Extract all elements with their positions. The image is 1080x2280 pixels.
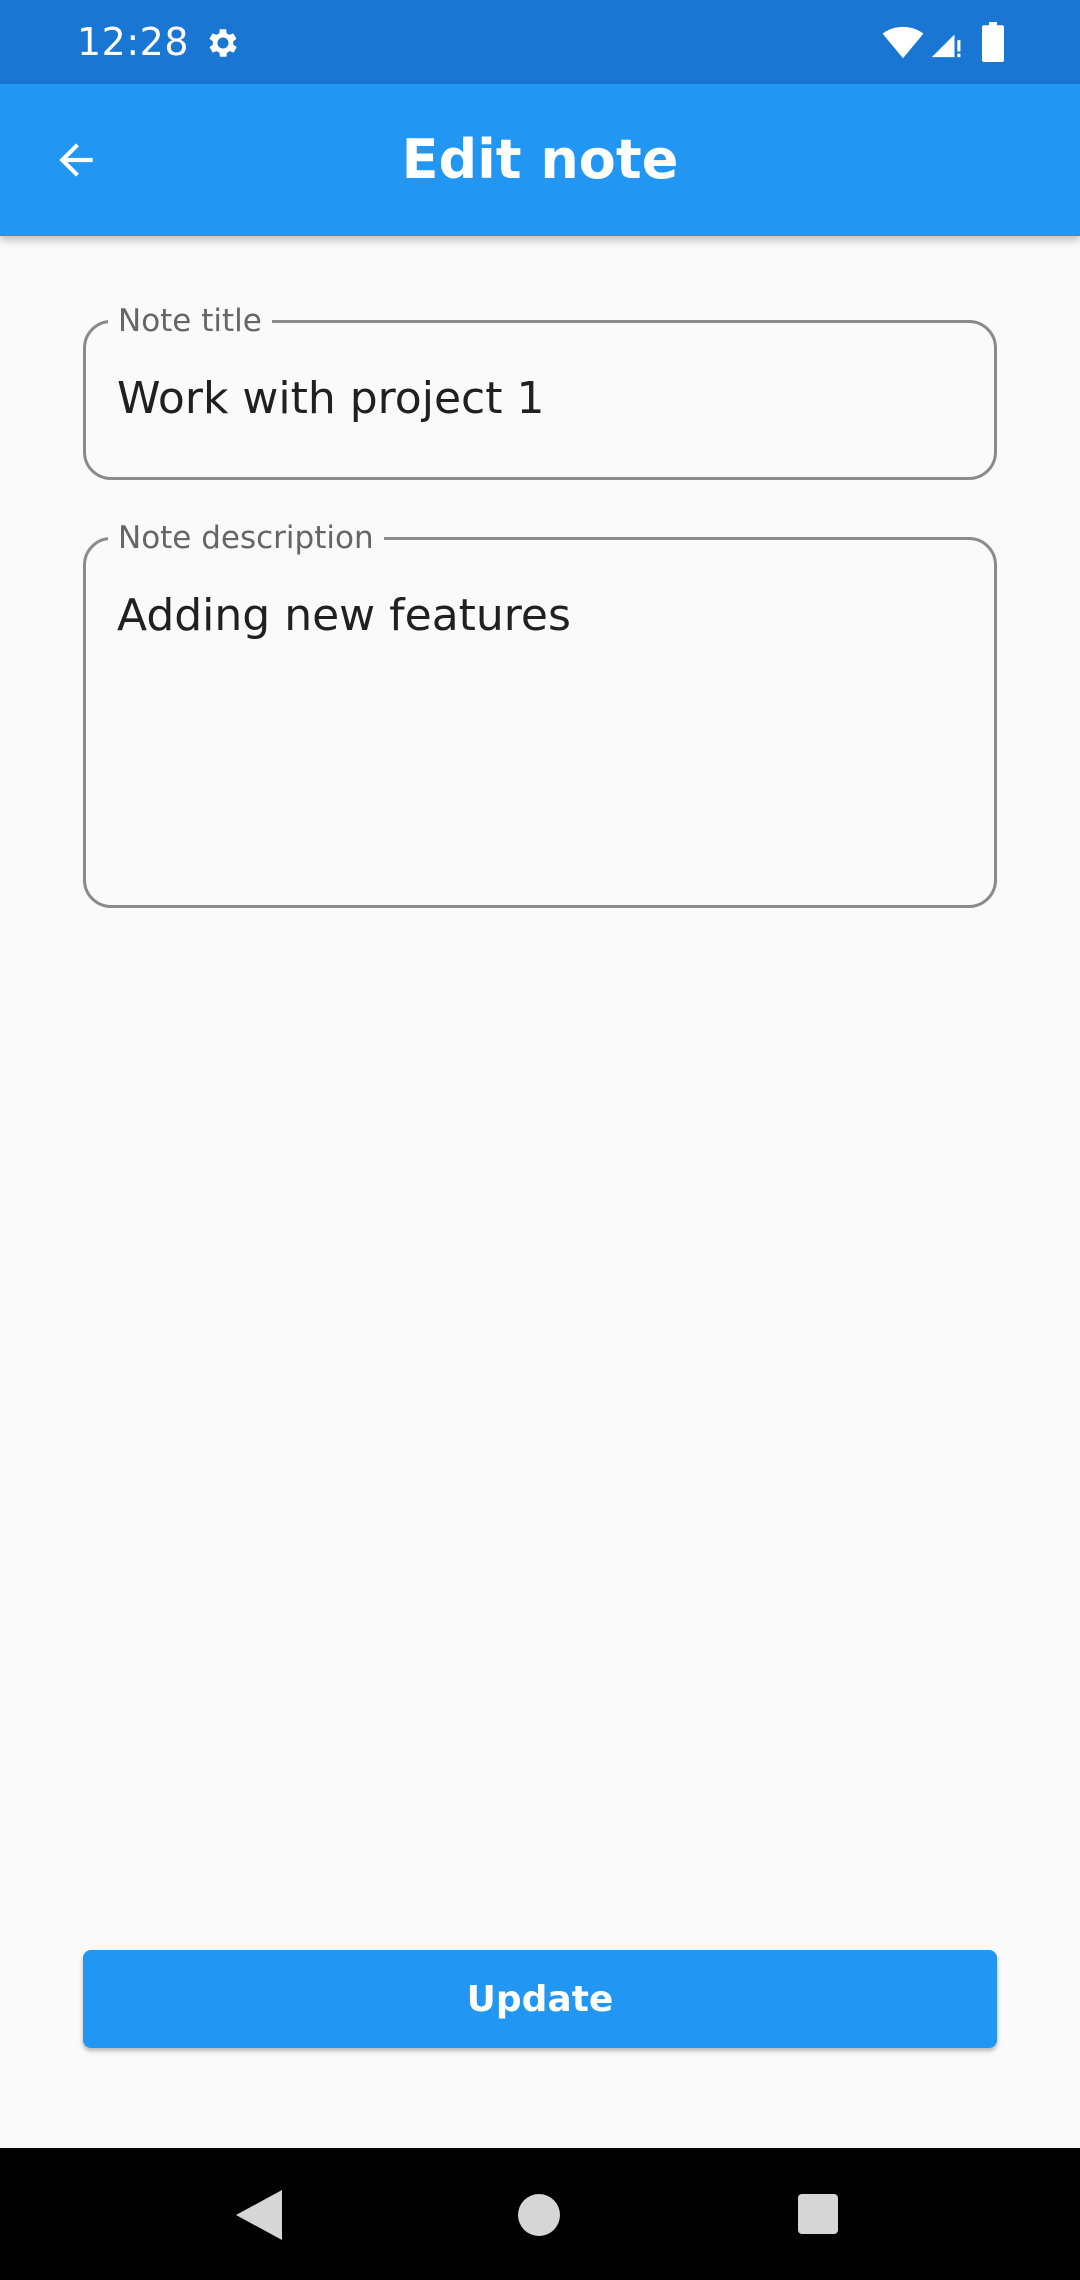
note-title-input[interactable]: Work with project 1 xyxy=(117,371,963,427)
signal-icon xyxy=(931,34,961,58)
system-nav-bar xyxy=(0,2148,1080,2280)
page-title: Edit note xyxy=(401,128,679,191)
note-title-field[interactable]: Note title Work with project 1 xyxy=(83,303,997,480)
note-description-field[interactable]: Note description Adding new features xyxy=(83,520,997,908)
status-time: 12:28 xyxy=(77,20,190,64)
gear-icon xyxy=(209,29,237,57)
nav-back-icon[interactable] xyxy=(236,2190,282,2240)
wifi-icon xyxy=(882,26,924,59)
note-description-input[interactable]: Adding new features xyxy=(117,588,963,644)
nav-recents-icon[interactable] xyxy=(798,2194,838,2234)
status-bar: 12:28 xyxy=(0,0,1080,84)
nav-home-icon[interactable] xyxy=(518,2194,560,2236)
edit-note-screen: 12:28 Edit note Note title Work with pro… xyxy=(0,0,1080,2280)
note-title-label: Note title xyxy=(108,303,272,339)
update-button[interactable]: Update xyxy=(83,1950,997,2048)
app-bar: Edit note xyxy=(0,84,1080,236)
note-description-label: Note description xyxy=(108,520,384,556)
battery-icon xyxy=(982,22,1004,62)
